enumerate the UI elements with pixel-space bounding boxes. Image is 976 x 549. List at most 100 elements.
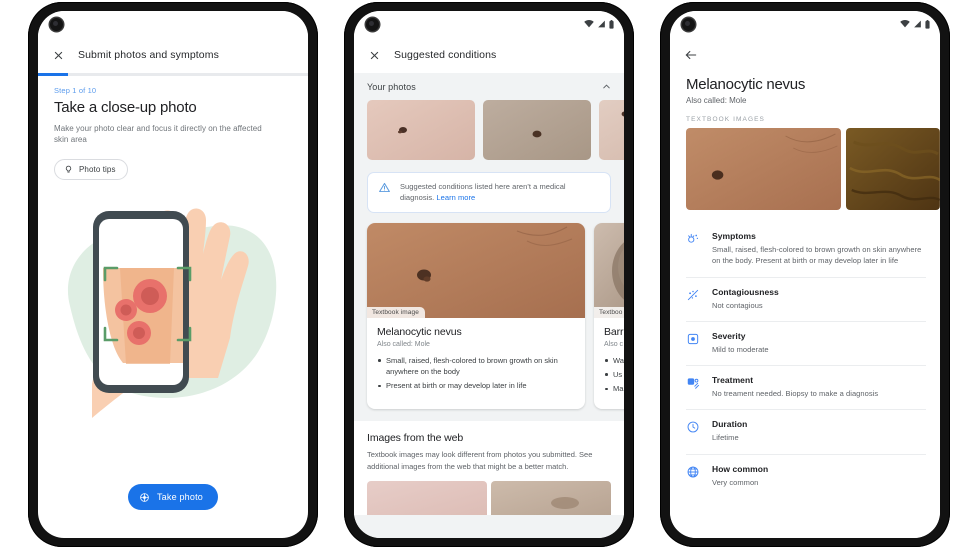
- user-photo-thumbnail[interactable]: [599, 100, 624, 160]
- condition-title: Barr: [604, 325, 624, 338]
- take-photo-button[interactable]: Take photo: [127, 484, 219, 510]
- status-bar-1: [38, 11, 308, 37]
- user-photo-thumbnail[interactable]: [483, 100, 591, 160]
- fact-heading: Symptoms: [712, 231, 756, 241]
- phone-screen-1: Submit photos and symptoms Step 1 of 10 …: [38, 11, 308, 538]
- fact-body: No treament needed. Biopsy to make a dia…: [712, 389, 879, 398]
- take-photo-cta-wrap: Take photo: [38, 484, 308, 510]
- photo-tips-label: Photo tips: [79, 164, 116, 174]
- fact-body: Small, raised, flesh-colored to brown gr…: [712, 245, 922, 266]
- phone-screen-3: Melanocytic nevus Also called: Mole TEXT…: [670, 11, 940, 538]
- signal-icon: [598, 20, 605, 28]
- condition-bullet: Wa: [604, 355, 624, 366]
- fact-text: How common Very common: [712, 464, 926, 488]
- fact-text: Symptoms Small, raised, flesh-colored to…: [712, 231, 926, 267]
- fact-row-symptoms: Symptoms Small, raised, flesh-colored to…: [686, 222, 926, 278]
- app-bar-title: Submit photos and symptoms: [78, 49, 219, 61]
- disclaimer-text: Suggested conditions listed here aren't …: [400, 181, 600, 204]
- fact-heading: How common: [712, 463, 769, 474]
- fact-heading: Treatment: [712, 375, 754, 385]
- fact-list: Symptoms Small, raised, flesh-colored to…: [670, 222, 940, 498]
- condition-card-body: Melanocytic nevus Also called: Mole Smal…: [367, 318, 585, 407]
- disclaimer-banner: Suggested conditions listed here aren't …: [367, 172, 611, 213]
- app-bar-1: Submit photos and symptoms: [38, 37, 308, 73]
- web-photo-thumbnail[interactable]: [491, 480, 611, 515]
- app-bar-title: Suggested conditions: [394, 49, 497, 61]
- learn-more-link[interactable]: Learn more: [436, 193, 475, 202]
- condition-bullet: Present at birth or may develop later in…: [377, 380, 575, 391]
- textbook-image[interactable]: [686, 128, 842, 210]
- duration-icon: [686, 419, 701, 439]
- textbook-image-tag: Textbook image: [367, 306, 425, 318]
- phone-screen-2: Suggested conditions Your photos Suggest…: [354, 11, 624, 538]
- close-icon[interactable]: [52, 49, 65, 62]
- fact-heading: Duration: [712, 419, 748, 430]
- web-thumbnail-row[interactable]: [367, 480, 611, 515]
- user-photo-row[interactable]: [354, 100, 624, 170]
- fact-body: Mild to moderate: [712, 344, 769, 354]
- system-icons-2: [584, 19, 614, 29]
- condition-bullet: Ma: [604, 383, 624, 394]
- lightbulb-icon: [65, 165, 72, 173]
- condition-card-row[interactable]: Textbook image Melanocytic nevus Also ca…: [354, 222, 624, 410]
- web-section-title: Images from the web: [367, 432, 464, 445]
- condition-bullet: Us gro: [604, 369, 624, 380]
- web-photo-thumbnail[interactable]: [367, 480, 487, 515]
- status-bar-3: [670, 11, 940, 37]
- fact-text: Duration Lifetime: [712, 419, 926, 443]
- fact-row-how-common: How common Very common: [686, 455, 926, 498]
- front-camera-icon: [366, 17, 379, 31]
- photo-tips-chip[interactable]: Photo tips: [54, 158, 128, 180]
- condition-card[interactable]: Textboo Barr Also c Wa Us gro Ma: [594, 222, 624, 410]
- app-bar-3: [670, 37, 940, 73]
- condition-also-called: Also called: Mole: [377, 340, 430, 348]
- wifi-icon: [584, 20, 594, 28]
- condition-card[interactable]: Textbook image Melanocytic nevus Also ca…: [367, 222, 585, 410]
- warning-triangle-icon: [379, 182, 390, 193]
- close-icon[interactable]: [368, 49, 381, 62]
- step-counter: Step 1 of 10: [54, 85, 97, 95]
- fact-heading: Contagiousness: [712, 286, 779, 297]
- textbook-image-tag: Textboo: [594, 306, 624, 318]
- signal-icon: [914, 20, 921, 28]
- status-bar-2: [354, 11, 624, 37]
- back-arrow-icon[interactable]: [684, 48, 698, 62]
- condition-also-called: Also c: [604, 340, 624, 348]
- page-subtitle: Make your photo clear and focus it direc…: [54, 123, 262, 145]
- fact-row-severity: Severity Mild to moderate: [686, 322, 926, 366]
- disclaimer-copy: Suggested conditions listed here aren't …: [400, 182, 566, 203]
- page-title: Take a close-up photo: [54, 98, 197, 116]
- condition-detail-scroll[interactable]: Melanocytic nevus Also called: Mole TEXT…: [670, 73, 940, 538]
- phone-device-condition-detail: Melanocytic nevus Also called: Mole TEXT…: [660, 2, 950, 547]
- suggested-conditions-scroll[interactable]: Your photos Suggested conditions listed …: [354, 73, 624, 538]
- user-photo-thumbnail[interactable]: [367, 100, 475, 160]
- fact-text: Treatment No treament needed. Biopsy to …: [712, 375, 926, 399]
- fact-body: Very common: [712, 477, 759, 487]
- treatment-icon: [686, 375, 701, 395]
- textbook-image-row[interactable]: [670, 128, 940, 210]
- textbook-image[interactable]: [846, 128, 940, 210]
- fact-row-duration: Duration Lifetime: [686, 410, 926, 455]
- phone-device-submit-photos: Submit photos and symptoms Step 1 of 10 …: [28, 2, 318, 547]
- globe-icon: [686, 464, 701, 484]
- fact-text: Contagiousness Not contagious: [712, 287, 926, 311]
- fact-body: Lifetime: [712, 433, 739, 443]
- web-section-subtitle: Textbook images may look different from …: [367, 450, 593, 471]
- camera-shutter-icon: [140, 492, 149, 502]
- condition-bullets: Wa Us gro Ma: [604, 355, 624, 395]
- fact-text: Severity Mild to moderate: [712, 331, 926, 355]
- condition-bullets: Small, raised, flesh-colored to brown gr…: [377, 355, 575, 392]
- battery-icon: [925, 19, 930, 29]
- your-photos-label: Your photos: [367, 81, 416, 92]
- textbook-images-kicker: TEXTBOOK IMAGES: [686, 116, 765, 123]
- symptoms-icon: [686, 231, 701, 251]
- wifi-icon: [900, 20, 910, 28]
- your-photos-header[interactable]: Your photos: [354, 73, 624, 100]
- front-camera-icon: [50, 17, 63, 31]
- fact-row-contagiousness: Contagiousness Not contagious: [686, 278, 926, 322]
- severity-icon: [686, 331, 701, 351]
- also-called: Also called: Mole: [686, 96, 747, 105]
- phone-device-suggested-conditions: Suggested conditions Your photos Suggest…: [344, 2, 634, 547]
- chevron-up-icon[interactable]: [601, 81, 612, 92]
- contagiousness-icon: [686, 287, 701, 307]
